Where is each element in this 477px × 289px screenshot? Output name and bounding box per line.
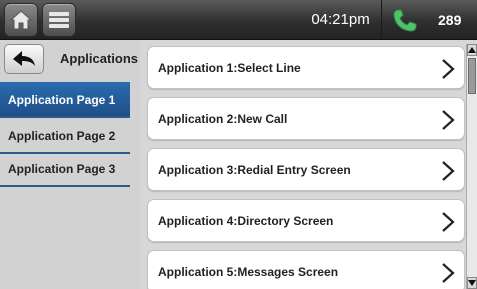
home-icon bbox=[9, 10, 33, 30]
menu-button[interactable] bbox=[42, 3, 76, 37]
home-button[interactable] bbox=[4, 3, 38, 37]
chevron-right-icon bbox=[442, 59, 455, 79]
back-button[interactable] bbox=[4, 44, 44, 74]
scroll-up-button[interactable] bbox=[467, 44, 477, 56]
application-label: Application 3:Redial Entry Screen bbox=[158, 163, 351, 177]
sidebar-item-label: Application Page 2 bbox=[8, 129, 116, 143]
application-row-3[interactable]: Application 3:Redial Entry Screen bbox=[147, 148, 465, 191]
sidebar: Applications Application Page 1 Applicat… bbox=[0, 40, 140, 289]
scrollbar[interactable] bbox=[466, 44, 477, 289]
application-row-2[interactable]: Application 2:New Call bbox=[147, 97, 465, 140]
arrow-up-icon bbox=[468, 47, 476, 53]
phone-icon bbox=[393, 9, 417, 32]
sidebar-item-label: Application Page 3 bbox=[8, 162, 116, 176]
application-label: Application 1:Select Line bbox=[158, 61, 301, 75]
scrollbar-thumb[interactable] bbox=[468, 58, 476, 94]
sidebar-item-label: Application Page 1 bbox=[8, 93, 116, 107]
sidebar-item-application-page-2[interactable]: Application Page 2 bbox=[0, 118, 130, 154]
back-arrow-icon bbox=[13, 51, 35, 66]
phone-button[interactable] bbox=[384, 3, 428, 37]
scroll-down-button[interactable] bbox=[467, 277, 477, 289]
extension-number: 289 bbox=[438, 12, 462, 28]
application-label: Application 4:Directory Screen bbox=[158, 214, 334, 228]
application-label: Application 5:Messages Screen bbox=[158, 265, 339, 279]
application-list: Application 1:Select Line Application 2:… bbox=[144, 40, 466, 289]
clock-time: 04:21pm bbox=[300, 0, 382, 40]
application-row-1[interactable]: Application 1:Select Line bbox=[147, 46, 465, 89]
arrow-down-icon bbox=[468, 280, 476, 286]
application-row-5[interactable]: Application 5:Messages Screen bbox=[147, 250, 465, 289]
application-row-4[interactable]: Application 4:Directory Screen bbox=[147, 199, 465, 242]
application-label: Application 2:New Call bbox=[158, 112, 288, 126]
chevron-right-icon bbox=[442, 212, 455, 232]
sidebar-title: Applications bbox=[59, 51, 138, 66]
sidebar-item-application-page-3[interactable]: Application Page 3 bbox=[0, 151, 130, 187]
chevron-right-icon bbox=[442, 161, 455, 181]
chevron-right-icon bbox=[442, 263, 455, 283]
status-bar: 04:21pm 289 bbox=[0, 0, 477, 40]
chevron-right-icon bbox=[442, 110, 455, 130]
sidebar-item-application-page-1[interactable]: Application Page 1 bbox=[0, 82, 130, 118]
menu-icon bbox=[49, 12, 69, 28]
